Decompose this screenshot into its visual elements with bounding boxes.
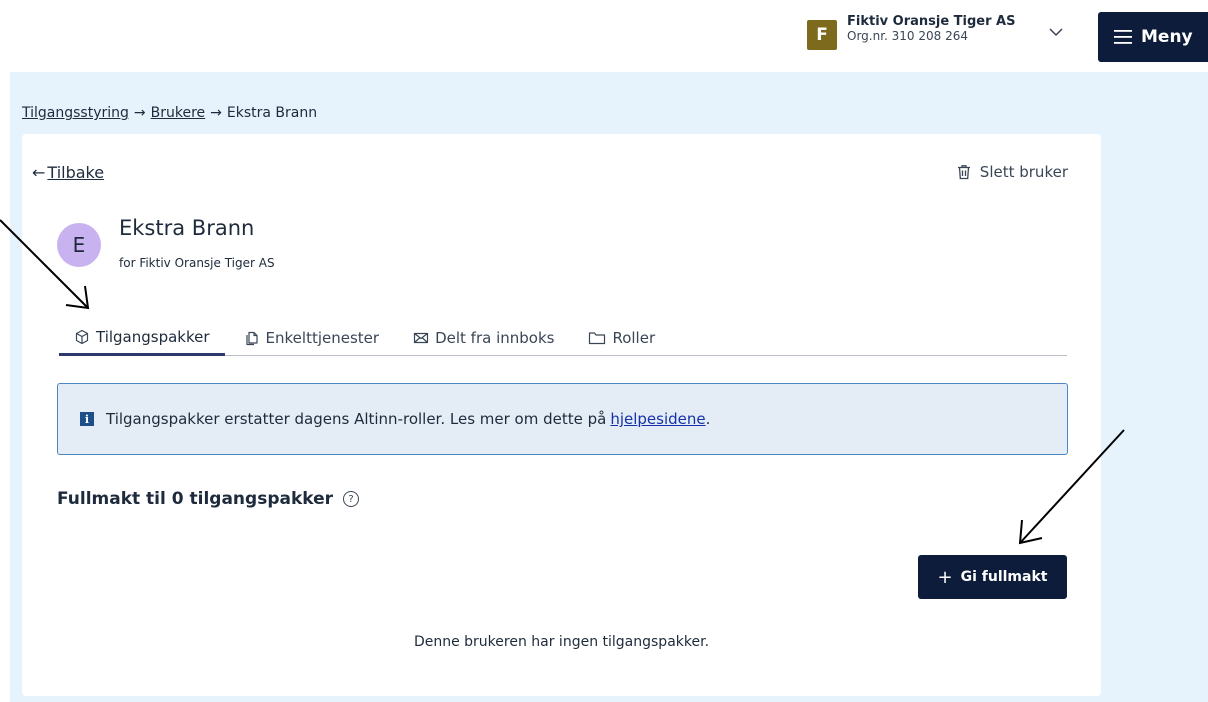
breadcrumb: Tilgangsstyring → Brukere → Ekstra Brann xyxy=(22,105,317,121)
account-name: Fiktiv Oransje Tiger AS xyxy=(847,14,1016,29)
account-switcher[interactable]: F Fiktiv Oransje Tiger AS Org.nr. 310 20… xyxy=(807,14,1063,50)
alert-text: Tilgangspakker erstatter dagens Altinn-r… xyxy=(106,410,607,428)
info-alert: i Tilgangspakker erstatter dagens Altinn… xyxy=(57,383,1068,455)
delete-user-label: Slett bruker xyxy=(979,163,1068,181)
tab-roller[interactable]: Roller xyxy=(573,320,670,356)
back-link[interactable]: ← Tilbake xyxy=(32,163,104,182)
main-area: Tilgangsstyring → Brukere → Ekstra Brann ← Ti… xyxy=(10,72,1208,702)
user-card: ← Tilbake Slett bruker E Ekstra Brann for… xyxy=(22,134,1101,696)
empty-state-text: Denne brukeren har ingen tilgangspakker. xyxy=(413,634,710,650)
breadcrumb-separator: → xyxy=(210,105,222,121)
tab-label: Delt fra innboks xyxy=(435,329,555,347)
top-header: F Fiktiv Oransje Tiger AS Org.nr. 310 20… xyxy=(0,0,1208,72)
section-title-text: Fullmakt til 0 tilgangspakker xyxy=(57,489,334,509)
info-icon: i xyxy=(80,412,94,426)
user-avatar: E xyxy=(57,223,101,267)
tab-delt-fra-innboks[interactable]: Delt fra innboks xyxy=(398,320,569,356)
account-text: Fiktiv Oransje Tiger AS Org.nr. 310 208 … xyxy=(847,14,1016,44)
account-avatar: F xyxy=(807,20,837,50)
breadcrumb-current: Ekstra Brann xyxy=(226,105,318,121)
tab-label: Enkelttjenester xyxy=(265,329,380,347)
tab-bar: Tilgangspakker Enkelttjenester Delt fra … xyxy=(59,320,1067,356)
trash-icon xyxy=(957,165,970,180)
alert-suffix: . xyxy=(705,410,711,428)
tab-enkelttjenester[interactable]: Enkelttjenester xyxy=(229,320,395,356)
give-authorization-button[interactable]: + Gi fullmakt xyxy=(918,555,1067,599)
help-icon[interactable]: ? xyxy=(343,491,360,507)
help-pages-link[interactable]: hjelpesidene xyxy=(610,410,705,428)
delete-user-button[interactable]: Slett bruker xyxy=(957,163,1068,181)
tab-tilgangspakker[interactable]: Tilgangspakker xyxy=(59,320,225,356)
envelope-icon xyxy=(413,332,429,344)
folder-icon xyxy=(589,332,606,345)
menu-button[interactable]: Meny xyxy=(1098,12,1208,62)
breadcrumb-separator: → xyxy=(133,105,146,121)
user-name: Ekstra Brann xyxy=(119,216,255,240)
package-icon xyxy=(75,329,89,344)
section-title: Fullmakt til 0 tilgangspakker ? xyxy=(57,489,360,509)
menu-label: Meny xyxy=(1141,27,1193,47)
plus-icon: + xyxy=(937,566,953,588)
breadcrumb-link-brukere[interactable]: Brukere xyxy=(151,105,206,121)
tab-label: Roller xyxy=(612,329,656,347)
tab-label: Tilgangspakker xyxy=(96,327,210,346)
back-arrow-icon: ← xyxy=(32,163,46,182)
back-label: Tilbake xyxy=(47,163,105,182)
give-authorization-label: Gi fullmakt xyxy=(960,569,1048,585)
copy-icon xyxy=(245,331,258,346)
breadcrumb-link-tilgangsstyring[interactable]: Tilgangsstyring xyxy=(22,105,129,121)
account-org-number: Org.nr. 310 208 264 xyxy=(847,29,969,43)
user-subtitle: for Fiktiv Oransje Tiger AS xyxy=(119,256,275,270)
hamburger-icon xyxy=(1114,30,1132,44)
chevron-down-icon[interactable] xyxy=(1047,26,1065,38)
